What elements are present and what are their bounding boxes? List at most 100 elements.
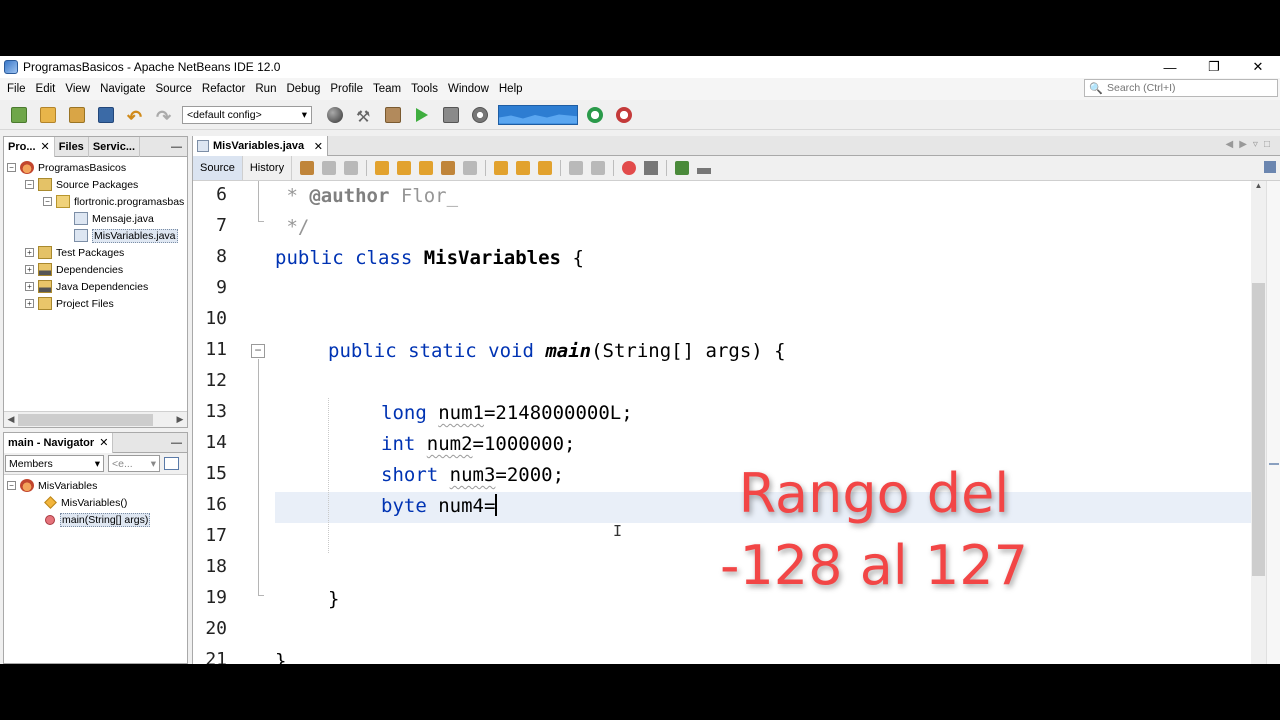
split-view-icon[interactable] — [1264, 161, 1276, 173]
close-icon[interactable]: ✕ — [314, 140, 323, 153]
menu-view[interactable]: View — [60, 83, 95, 95]
shift-left-icon[interactable] — [569, 161, 584, 175]
tree-item-java-dependencies[interactable]: + Java Dependencies — [4, 278, 187, 295]
gc-button[interactable] — [584, 104, 606, 126]
tree-item-source-packages[interactable]: − Source Packages — [4, 176, 187, 193]
menu-source[interactable]: Source — [150, 83, 196, 95]
find-next-icon[interactable] — [419, 161, 434, 175]
memory-graph[interactable] — [498, 104, 578, 125]
collapse-toggle[interactable]: − — [43, 197, 52, 206]
tree-item-test-packages[interactable]: + Test Packages — [4, 244, 187, 261]
globe-button[interactable] — [324, 104, 346, 126]
nav-item-class[interactable]: − MisVariables — [4, 477, 187, 494]
close-icon[interactable]: ✕ — [41, 140, 50, 153]
shift-right-icon[interactable] — [591, 161, 606, 175]
menu-window[interactable]: Window — [443, 83, 494, 95]
menu-run[interactable]: Run — [250, 83, 281, 95]
minimize-button[interactable]: — — [1148, 56, 1192, 78]
menu-file[interactable]: File — [2, 83, 31, 95]
tab-navigator[interactable]: main - Navigator ✕ — [4, 432, 114, 453]
fold-toggle-icon[interactable]: − — [251, 344, 265, 358]
undo-button[interactable]: ↶ — [124, 104, 146, 127]
menu-team[interactable]: Team — [368, 83, 406, 95]
code-text: =2000; — [495, 464, 565, 486]
tree-item-mensaje-java[interactable]: Mensaje.java — [4, 210, 187, 227]
config-select[interactable]: <default config> ▾ — [182, 105, 312, 124]
close-button[interactable]: ✕ — [1236, 56, 1280, 78]
menu-tools[interactable]: Tools — [406, 83, 443, 95]
tree-item-project-files[interactable]: + Project Files — [4, 295, 187, 312]
scroll-right-icon[interactable]: ▶ — [173, 414, 187, 425]
new-file-button[interactable] — [8, 104, 30, 126]
javadoc-tag: @author — [309, 185, 390, 207]
collapse-toggle[interactable]: − — [25, 180, 34, 189]
toggle-highlight-icon[interactable] — [441, 161, 456, 175]
open-project-button[interactable] — [66, 104, 88, 126]
nav-item-main[interactable]: main(String[] args) — [4, 511, 187, 528]
find-icon[interactable] — [375, 161, 390, 175]
expand-toggle[interactable]: + — [25, 299, 34, 308]
gc-stop-button[interactable] — [613, 104, 635, 126]
menu-navigate[interactable]: Navigate — [95, 83, 150, 95]
diff-icon[interactable] — [697, 168, 712, 174]
error-stripe[interactable] — [1266, 181, 1280, 664]
horizontal-scrollbar[interactable]: ◀ ▶ — [4, 411, 187, 427]
scrollbar-thumb[interactable] — [1252, 283, 1265, 576]
tab-files[interactable]: Files — [55, 136, 89, 157]
tree-item-dependencies[interactable]: + Dependencies — [4, 261, 187, 278]
debug-button[interactable] — [440, 104, 462, 126]
profile-button[interactable] — [469, 104, 491, 126]
check-file-icon[interactable] — [675, 161, 690, 175]
last-edit-icon[interactable] — [300, 161, 315, 175]
tree-item-misvariables-java[interactable]: MisVariables.java — [4, 227, 187, 244]
tab-source[interactable]: Source — [193, 156, 243, 180]
previous-bookmark-icon[interactable] — [494, 161, 509, 175]
close-icon[interactable]: ✕ — [99, 436, 108, 449]
menu-refactor[interactable]: Refactor — [197, 83, 250, 95]
restore-button[interactable]: ❐ — [1192, 56, 1236, 78]
collapse-toggle[interactable]: − — [7, 481, 16, 490]
menu-profile[interactable]: Profile — [325, 83, 368, 95]
editor-tab-misvariables[interactable]: MisVariables.java ✕ — [193, 136, 328, 156]
save-all-button[interactable] — [95, 104, 117, 126]
toggle-rect-selection-icon[interactable] — [463, 161, 478, 175]
minimize-panel-button[interactable]: — — [171, 437, 182, 449]
search-input[interactable] — [1107, 82, 1275, 94]
menu-debug[interactable]: Debug — [281, 83, 325, 95]
next-bookmark-icon[interactable] — [516, 161, 531, 175]
expand-toggle[interactable]: + — [25, 282, 34, 291]
fold-line — [258, 359, 259, 595]
vertical-scrollbar[interactable]: ▲ — [1251, 181, 1266, 664]
expand-toggle[interactable]: + — [25, 248, 34, 257]
tab-navigation-arrows[interactable]: ◀▶▿□ — [1226, 139, 1276, 150]
scrollbar-thumb[interactable] — [18, 413, 153, 426]
scroll-up-icon[interactable]: ▲ — [1251, 181, 1266, 195]
find-previous-icon[interactable] — [397, 161, 412, 175]
stop-macro-icon[interactable] — [644, 161, 659, 175]
filter-select[interactable]: <e... ▾ — [108, 455, 160, 472]
collapse-toggle[interactable]: − — [7, 163, 16, 172]
redo-button[interactable]: ↷ — [153, 104, 175, 127]
stripe-marker[interactable] — [1269, 463, 1279, 465]
start-macro-icon[interactable] — [622, 161, 637, 175]
scroll-left-icon[interactable]: ◀ — [4, 414, 18, 425]
menu-edit[interactable]: Edit — [31, 83, 61, 95]
forward-icon[interactable] — [344, 161, 359, 175]
members-select[interactable]: Members ▾ — [5, 455, 104, 472]
tab-history[interactable]: History — [243, 156, 293, 180]
tree-item-project[interactable]: − ProgramasBasicos — [4, 159, 187, 176]
tab-projects[interactable]: Pro... ✕ — [4, 136, 55, 157]
toggle-bookmark-icon[interactable] — [538, 161, 553, 175]
clean-build-button[interactable] — [382, 104, 404, 126]
tree-item-package[interactable]: − flortronic.programasbas — [4, 193, 187, 210]
build-button[interactable]: ⚒ — [353, 104, 375, 126]
expand-toggle[interactable]: + — [25, 265, 34, 274]
run-button[interactable] — [411, 104, 433, 126]
filter-options-icon[interactable] — [164, 457, 179, 470]
menu-help[interactable]: Help — [494, 83, 528, 95]
back-icon[interactable] — [322, 161, 337, 175]
tab-services[interactable]: Servic... — [89, 136, 141, 157]
nav-item-constructor[interactable]: MisVariables() — [4, 494, 187, 511]
new-project-button[interactable] — [37, 104, 59, 126]
minimize-panel-button[interactable]: — — [171, 141, 182, 153]
